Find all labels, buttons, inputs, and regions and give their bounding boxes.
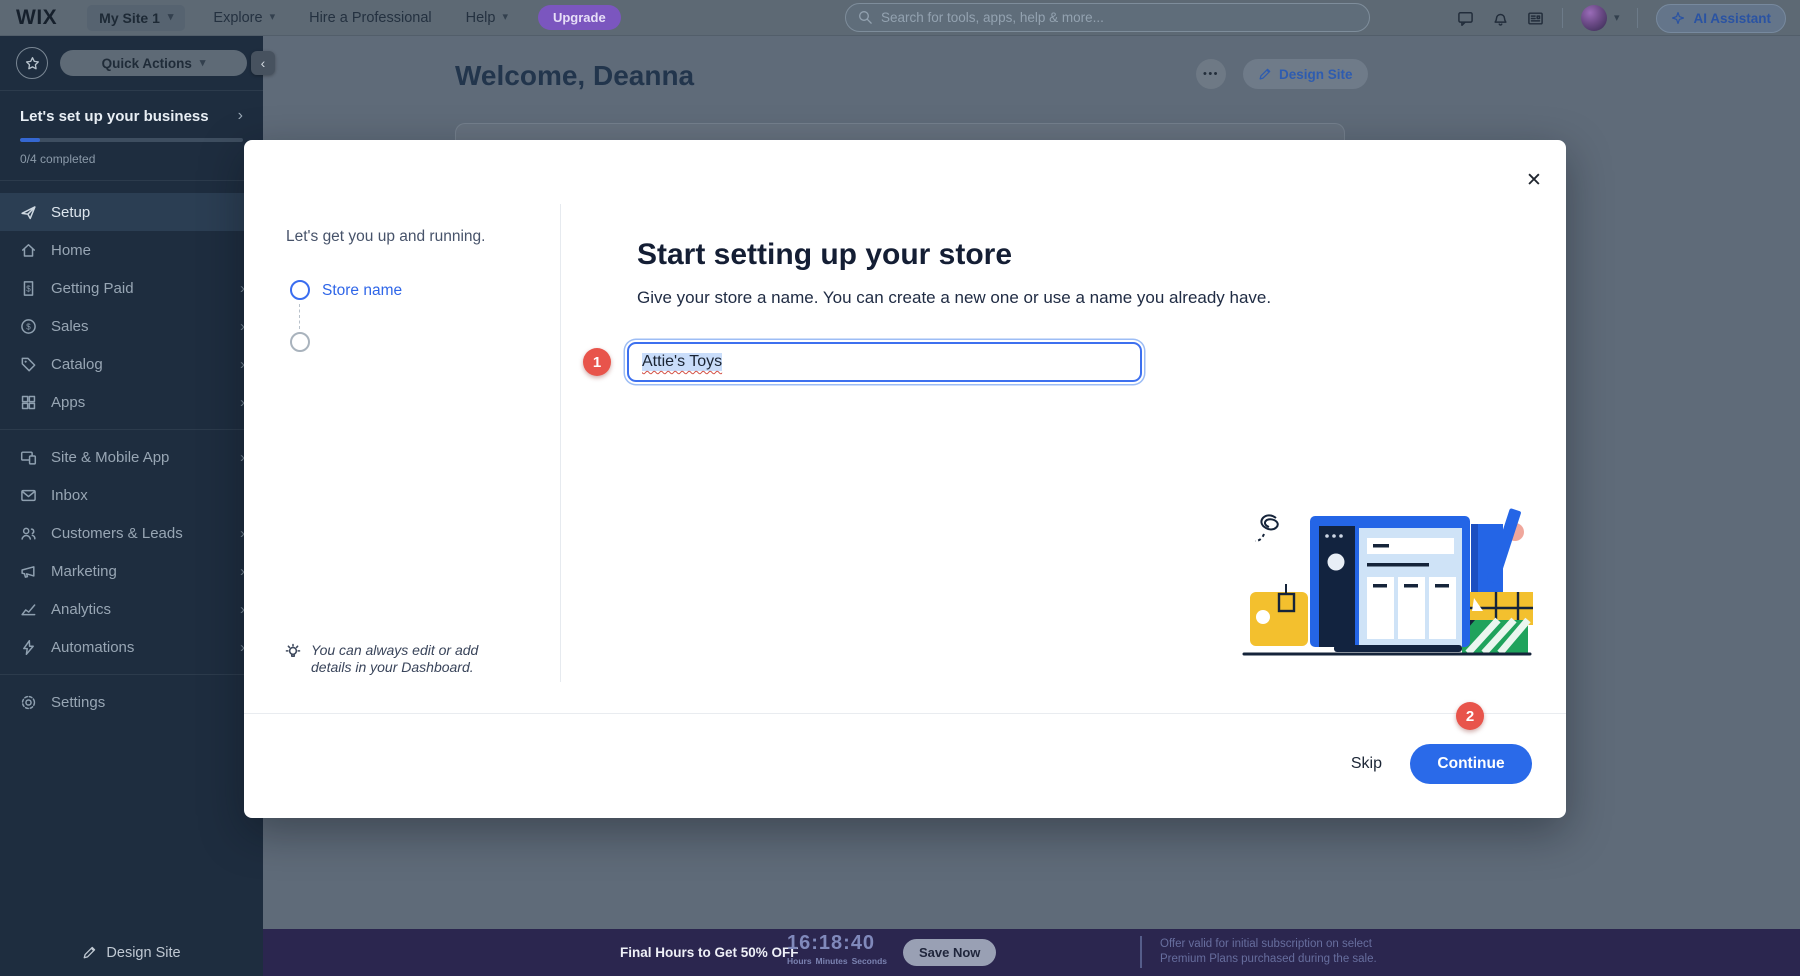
step-connector: [299, 304, 300, 329]
tip-line2: details in your Dashboard.: [311, 659, 478, 676]
divider: [244, 713, 1566, 714]
store-illustration: [1234, 502, 1540, 660]
store-setup-modal: ✕ Let's get you up and running. Store na…: [244, 140, 1566, 818]
continue-button[interactable]: Continue: [1410, 744, 1532, 784]
lightbulb-icon: [284, 643, 302, 661]
tip: You can always edit or add details in yo…: [284, 642, 514, 676]
skip-button[interactable]: Skip: [1351, 755, 1382, 773]
step-label-store-name[interactable]: Store name: [322, 282, 402, 300]
step-circle-next: [290, 332, 310, 352]
divider: [560, 204, 561, 682]
step-circle-store-name: [290, 280, 310, 300]
tip-line1: You can always edit or add: [311, 642, 478, 659]
modal-footer: Skip Continue: [1351, 744, 1532, 784]
close-icon[interactable]: ✕: [1523, 170, 1545, 192]
setup-intro-text: Let's get you up and running.: [286, 228, 485, 246]
wix-dashboard: WIX My Site 1 ▾ Explore ▾ Hire a Profess…: [0, 0, 1800, 976]
modal-title: Start setting up your store: [637, 238, 1012, 272]
modal-subtitle: Give your store a name. You can create a…: [637, 288, 1271, 308]
step-badge-1: 1: [583, 348, 611, 376]
store-name-value: Attie's Toys: [642, 353, 722, 371]
step-badge-2: 2: [1456, 702, 1484, 730]
store-name-input[interactable]: Attie's Toys: [627, 342, 1142, 382]
